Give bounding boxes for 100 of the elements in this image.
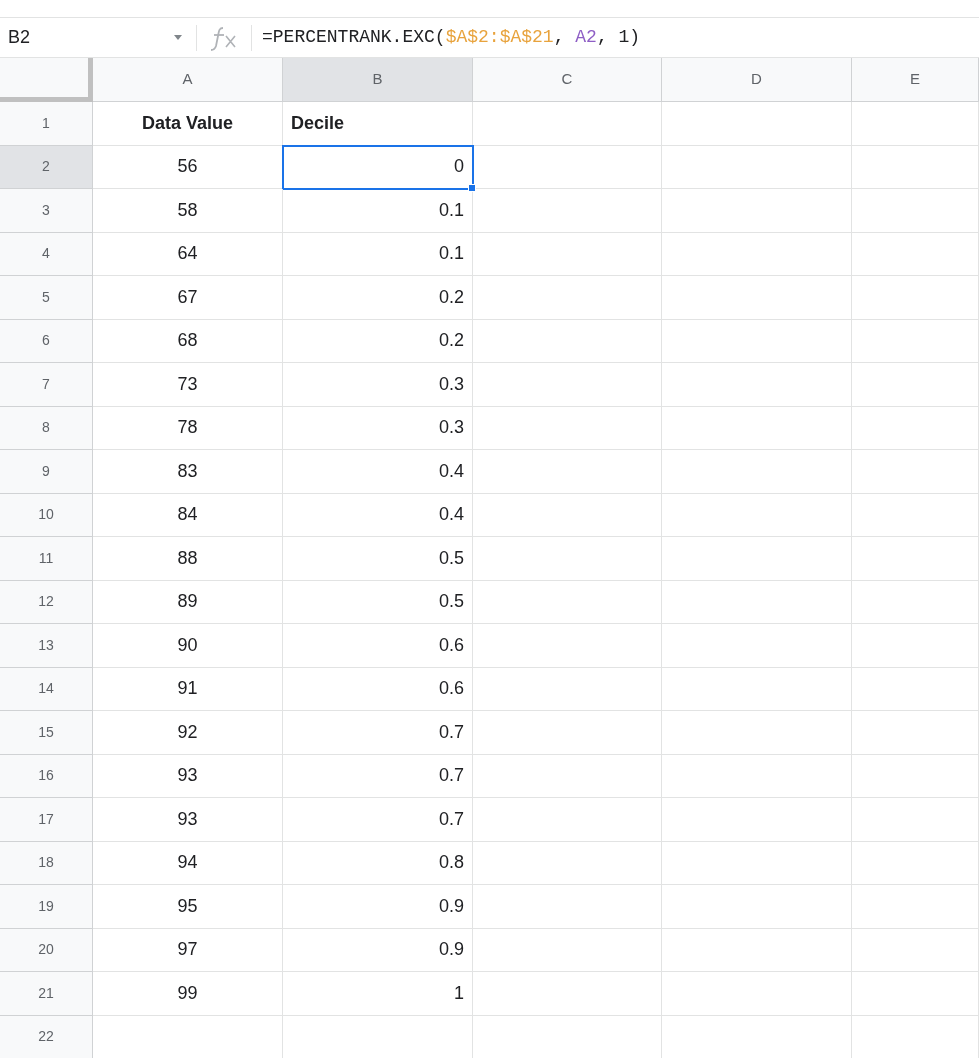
empty-cell[interactable] [662,232,852,276]
table-cell[interactable]: 95 [93,885,283,929]
table-cell[interactable]: 89 [93,580,283,624]
empty-cell[interactable] [662,798,852,842]
empty-cell[interactable] [473,537,662,581]
dropdown-icon[interactable] [174,35,182,40]
table-cell[interactable]: 0.1 [283,232,473,276]
empty-cell[interactable] [852,711,979,755]
table-cell[interactable]: 64 [93,232,283,276]
empty-cell[interactable] [852,406,979,450]
empty-cell[interactable] [662,537,852,581]
empty-cell[interactable] [473,319,662,363]
table-cell[interactable]: 99 [93,972,283,1016]
table-cell[interactable]: 97 [93,928,283,972]
empty-cell[interactable] [662,189,852,233]
select-all-corner[interactable] [0,58,93,102]
table-cell[interactable]: 0.4 [283,450,473,494]
empty-cell[interactable] [852,667,979,711]
column-header[interactable]: C [473,58,662,102]
row-header[interactable]: 19 [0,885,93,929]
table-cell[interactable]: 0.7 [283,798,473,842]
table-cell[interactable]: 0.7 [283,754,473,798]
row-header[interactable]: 11 [0,537,93,581]
empty-cell[interactable] [473,363,662,407]
empty-cell[interactable] [473,754,662,798]
row-header[interactable]: 22 [0,1015,93,1058]
table-cell[interactable]: Decile [283,102,473,146]
row-header[interactable]: 4 [0,232,93,276]
empty-cell[interactable] [662,276,852,320]
formula-text[interactable]: =PERCENTRANK.EXC($A$2:$A$21, A2, 1) [262,24,641,51]
row-header[interactable]: 20 [0,928,93,972]
table-cell[interactable]: 0.3 [283,406,473,450]
empty-cell[interactable] [473,972,662,1016]
empty-cell[interactable] [473,841,662,885]
empty-cell[interactable] [473,102,662,146]
table-cell[interactable]: 94 [93,841,283,885]
table-cell[interactable]: 78 [93,406,283,450]
table-cell[interactable]: 83 [93,450,283,494]
table-cell[interactable]: 0.3 [283,363,473,407]
empty-cell[interactable] [662,754,852,798]
row-header[interactable]: 1 [0,102,93,146]
empty-cell[interactable] [473,189,662,233]
table-cell[interactable]: 0.6 [283,667,473,711]
table-cell[interactable]: 0.6 [283,624,473,668]
empty-cell[interactable] [852,102,979,146]
empty-cell[interactable] [473,580,662,624]
table-cell[interactable]: 0.2 [283,276,473,320]
column-header[interactable]: A [93,58,283,102]
table-cell[interactable]: 90 [93,624,283,668]
row-header[interactable]: 21 [0,972,93,1016]
empty-cell[interactable] [662,885,852,929]
empty-cell[interactable] [473,232,662,276]
table-cell[interactable]: 91 [93,667,283,711]
table-cell[interactable]: 1 [283,972,473,1016]
table-cell[interactable]: 0.9 [283,928,473,972]
empty-cell[interactable] [473,667,662,711]
empty-cell[interactable] [662,972,852,1016]
empty-cell[interactable] [662,841,852,885]
table-cell[interactable]: 84 [93,493,283,537]
empty-cell[interactable] [852,798,979,842]
empty-cell[interactable] [852,624,979,668]
empty-cell[interactable] [852,450,979,494]
empty-cell[interactable] [852,363,979,407]
row-header[interactable]: 14 [0,667,93,711]
empty-cell[interactable] [473,711,662,755]
table-cell[interactable]: 0.7 [283,711,473,755]
empty-cell[interactable] [852,841,979,885]
table-cell[interactable]: 92 [93,711,283,755]
empty-cell[interactable] [662,319,852,363]
empty-cell[interactable] [473,928,662,972]
row-header[interactable]: 7 [0,363,93,407]
row-header[interactable]: 8 [0,406,93,450]
empty-cell[interactable] [662,624,852,668]
row-header[interactable]: 2 [0,145,93,189]
empty-cell[interactable] [852,885,979,929]
row-header[interactable]: 6 [0,319,93,363]
empty-cell[interactable] [662,667,852,711]
empty-cell[interactable] [852,537,979,581]
empty-cell[interactable] [852,754,979,798]
table-cell[interactable]: 93 [93,798,283,842]
table-cell[interactable]: 88 [93,537,283,581]
empty-cell[interactable] [473,493,662,537]
fill-handle[interactable] [468,184,476,192]
empty-cell[interactable] [473,885,662,929]
row-header[interactable]: 13 [0,624,93,668]
empty-cell[interactable] [662,711,852,755]
table-cell[interactable]: 0.9 [283,885,473,929]
table-cell[interactable]: 56 [93,145,283,189]
name-box[interactable]: B2 [0,24,168,51]
row-header[interactable]: 12 [0,580,93,624]
row-header[interactable]: 9 [0,450,93,494]
empty-cell[interactable] [473,624,662,668]
empty-cell[interactable] [662,493,852,537]
empty-cell[interactable] [852,580,979,624]
empty-cell[interactable] [852,276,979,320]
table-cell[interactable]: 0.8 [283,841,473,885]
empty-cell[interactable] [852,928,979,972]
empty-cell[interactable] [473,145,662,189]
table-cell[interactable]: 0.1 [283,189,473,233]
table-cell[interactable]: 93 [93,754,283,798]
